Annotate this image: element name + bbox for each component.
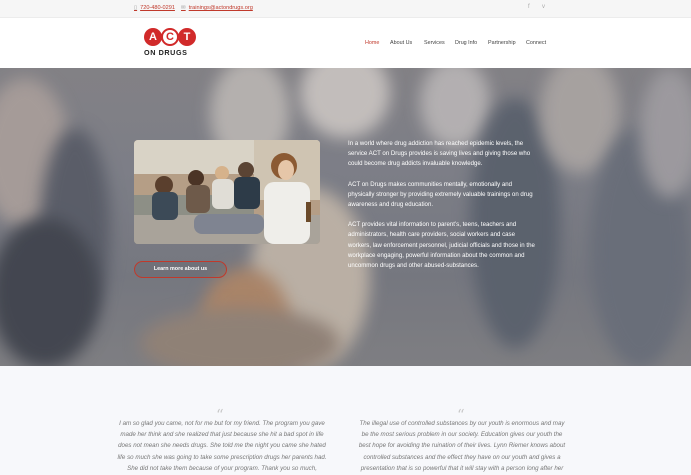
top-contact-bar: ▯ 720-480-0291 ✉ trainings@actondrugs.or… [0, 0, 691, 18]
phone-icon: ▯ [134, 5, 138, 11]
phone-number: 720-480-0291 [140, 5, 175, 11]
hero-paragraph-1: In a world where drug addiction has reac… [348, 140, 531, 168]
mail-icon: ✉ [181, 5, 186, 11]
hero-intro-text: In a world where drug addiction has reac… [348, 139, 538, 281]
logo-letter-c: C [161, 28, 179, 46]
testimonials-section: “ I am so glad you came, not for me but … [0, 366, 691, 475]
hero-paragraph-3: ACT provides vital information to parent… [348, 221, 535, 270]
nav-about-us[interactable]: About Us [390, 40, 412, 46]
phone-link[interactable]: ▯ 720-480-0291 [134, 5, 175, 11]
logo-letter-t: T [178, 28, 196, 46]
hero-section: Learn more about us In a world where dru… [0, 68, 691, 366]
nav-connect[interactable]: Connect [526, 40, 546, 46]
nav-drug-info[interactable]: Drug Info [455, 40, 477, 46]
logo-letter-a: A [144, 28, 162, 46]
testimonial-1: I am so glad you came, not for me but fo… [117, 420, 327, 472]
logo-subtitle: ON DRUGS [144, 48, 188, 57]
teens-group-photo [134, 140, 320, 244]
learn-more-button[interactable]: Learn more about us [134, 261, 227, 278]
site-logo[interactable]: A C T ON DRUGS [144, 28, 200, 62]
logo-letters: A C T [144, 28, 200, 46]
site-header: A C T ON DRUGS Home About Us Services Dr… [0, 18, 691, 68]
nav-home[interactable]: Home [365, 40, 379, 46]
nav-partnership[interactable]: Partnership [488, 40, 516, 46]
nav-services[interactable]: Services [424, 40, 445, 46]
testimonial-2: The illegal use of controlled substances… [358, 420, 566, 472]
vimeo-icon[interactable]: v [542, 4, 545, 10]
facebook-icon[interactable]: f [528, 4, 530, 10]
email-link[interactable]: ✉ trainings@actondrugs.org [181, 5, 253, 11]
hero-paragraph-2: ACT on Drugs makes communities mentally,… [348, 180, 533, 209]
email-address: trainings@actondrugs.org [188, 5, 253, 11]
